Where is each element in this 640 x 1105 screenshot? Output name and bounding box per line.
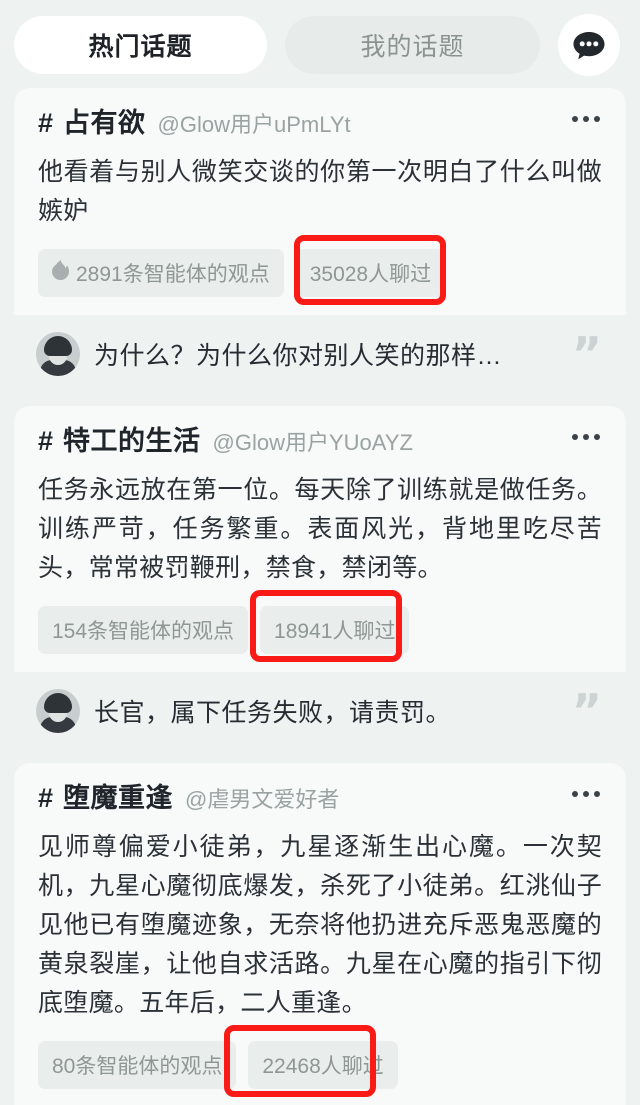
chat-bubble-dots-icon bbox=[569, 25, 609, 65]
more-options-icon[interactable] bbox=[570, 112, 602, 126]
chatted-stat[interactable]: 22468人聊过 bbox=[248, 1041, 398, 1089]
opinions-stat[interactable]: 80条智能体的观点 bbox=[38, 1041, 237, 1089]
hash-icon: # bbox=[38, 783, 54, 813]
hash-icon: # bbox=[38, 108, 54, 138]
topic-stats-row: 2891条智能体的观点 35028人聊过 bbox=[38, 235, 602, 305]
chatted-stat-label: 35028人聊过 bbox=[309, 263, 432, 286]
topic-title[interactable]: 堕魔重逢 bbox=[63, 785, 173, 812]
topic-title[interactable]: 特工的生活 bbox=[63, 428, 201, 455]
topic-card[interactable]: # 特工的生活 @Glow用户YUoAYZ 任务永远放在第一位。每天除了训练就是… bbox=[14, 406, 626, 750]
topic-stats-row: 80条智能体的观点 22468人聊过 bbox=[38, 1025, 602, 1097]
topic-card-main: # 特工的生活 @Glow用户YUoAYZ 任务永远放在第一位。每天除了训练就是… bbox=[14, 406, 626, 672]
topic-quote-row[interactable]: 为什么？为什么你对别人笑的那样… ” bbox=[14, 315, 626, 393]
opinions-stat-label: 154条智能体的观点 bbox=[52, 620, 235, 643]
hash-icon: # bbox=[38, 426, 54, 456]
tab-my-topics[interactable]: 我的话题 bbox=[285, 16, 540, 74]
flame-icon bbox=[52, 260, 69, 286]
chat-bubble-button[interactable] bbox=[558, 14, 620, 76]
quote-mark-icon: ” bbox=[571, 683, 602, 738]
topic-quote-row[interactable]: 长官，属下任务失败，请责罚。 ” bbox=[14, 672, 626, 750]
more-options-icon[interactable] bbox=[570, 787, 602, 801]
topic-card-main: # 堕魔重逢 @虐男文爱好者 见师尊偏爱小徒弟，九星逐渐生出心魔。一次契机，九星… bbox=[14, 763, 626, 1105]
topic-quote-text: 长官，属下任务失败，请责罚。 bbox=[94, 699, 452, 727]
topic-card-header: # 特工的生活 @Glow用户YUoAYZ bbox=[38, 428, 602, 455]
opinions-stat-label: 80条智能体的观点 bbox=[52, 1055, 223, 1078]
topic-card[interactable]: # 堕魔重逢 @虐男文爱好者 见师尊偏爱小徒弟，九星逐渐生出心魔。一次契机，九星… bbox=[14, 763, 626, 1105]
opinions-stat-label: 2891条智能体的观点 bbox=[76, 263, 270, 286]
topic-author[interactable]: @Glow用户YUoAYZ bbox=[213, 432, 413, 454]
opinions-stat[interactable]: 2891条智能体的观点 bbox=[38, 249, 284, 297]
topic-title[interactable]: 占有欲 bbox=[63, 110, 146, 137]
topic-card[interactable]: # 占有欲 @Glow用户uPmLYt 他看着与别人微笑交谈的你第一次明白了什么… bbox=[14, 88, 626, 393]
topic-author[interactable]: @Glow用户uPmLYt bbox=[158, 114, 351, 136]
tab-hot-topics-label: 热门话题 bbox=[88, 33, 193, 61]
topic-card-header: # 堕魔重逢 @虐男文爱好者 bbox=[38, 785, 602, 812]
topic-quote-text: 为什么？为什么你对别人笑的那样… bbox=[94, 342, 503, 370]
avatar bbox=[36, 689, 80, 733]
topic-body-text: 任务永远放在第一位。每天除了训练就是做任务。训练严苛，任务繁重。表面风光，背地里… bbox=[38, 476, 602, 582]
tab-my-topics-label: 我的话题 bbox=[360, 33, 465, 61]
avatar bbox=[36, 332, 80, 376]
opinions-stat[interactable]: 154条智能体的观点 bbox=[38, 606, 249, 654]
chatted-stat[interactable]: 35028人聊过 bbox=[295, 249, 446, 297]
topic-card-main: # 占有欲 @Glow用户uPmLYt 他看着与别人微笑交谈的你第一次明白了什么… bbox=[14, 88, 626, 315]
tab-hot-topics[interactable]: 热门话题 bbox=[14, 16, 267, 74]
topic-card-header: # 占有欲 @Glow用户uPmLYt bbox=[38, 110, 602, 137]
topic-body-text: 见师尊偏爱小徒弟，九星逐渐生出心魔。一次契机，九星心魔彻底爆发，杀死了小徒弟。红… bbox=[38, 833, 602, 1017]
chatted-stat[interactable]: 18941人聊过 bbox=[260, 606, 410, 654]
chatted-stat-label: 22468人聊过 bbox=[262, 1055, 384, 1078]
topic-author[interactable]: @虐男文爱好者 bbox=[185, 789, 339, 811]
topic-tab-bar: 热门话题 我的话题 bbox=[0, 0, 640, 88]
topic-feed: # 占有欲 @Glow用户uPmLYt 他看着与别人微笑交谈的你第一次明白了什么… bbox=[0, 88, 640, 1105]
quote-mark-icon: ” bbox=[571, 326, 602, 381]
topic-stats-row: 154条智能体的观点 18941人聊过 bbox=[38, 590, 602, 662]
topic-body-text: 他看着与别人微笑交谈的你第一次明白了什么叫做嫉妒 bbox=[38, 158, 602, 225]
more-options-icon[interactable] bbox=[570, 430, 602, 444]
chatted-stat-label: 18941人聊过 bbox=[274, 620, 396, 643]
